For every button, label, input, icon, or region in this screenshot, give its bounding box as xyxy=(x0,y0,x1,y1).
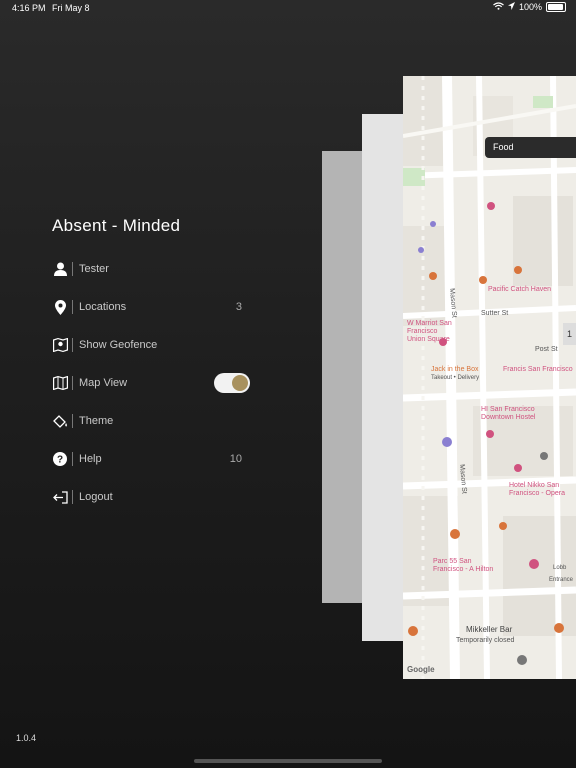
menu-item-help[interactable]: ? Help 10 xyxy=(52,440,242,478)
map-label-jack-sub: Takeout • Delivery xyxy=(431,375,480,381)
map-view-toggle[interactable] xyxy=(214,373,250,393)
side-menu: Tester Locations 3 Show Geofence Map Vie… xyxy=(52,250,250,516)
map-streets xyxy=(403,76,576,679)
map-label-francis: Francis San Francisco xyxy=(503,366,573,373)
map-label-post-st: Post St xyxy=(535,346,558,353)
geofence-map-icon xyxy=(52,337,68,353)
menu-separator xyxy=(72,490,73,504)
map-label-mikkeller-status: Temporarily closed xyxy=(456,637,515,644)
menu-item-label: Help xyxy=(79,453,102,465)
menu-item-label: Logout xyxy=(79,491,113,503)
map-label-mikkeller: Mikkeller Bar xyxy=(466,625,513,634)
map-label-pacific-catch: Pacific Catch Haven xyxy=(488,286,552,293)
map-label-nikko: Hotel Nikko San Francisco - Opera xyxy=(509,482,566,497)
logout-icon xyxy=(52,489,68,505)
map-preview[interactable]: W Marriot San Francisco Union Square Pac… xyxy=(403,76,576,679)
menu-item-label: Locations xyxy=(79,301,127,313)
menu-item-map-view[interactable]: Map View xyxy=(52,364,250,402)
battery-icon xyxy=(546,2,566,12)
google-logo: Google xyxy=(407,665,435,674)
location-pin-icon xyxy=(52,299,68,315)
map-label-marriott: W Marriot San Francisco Union Square xyxy=(407,320,452,343)
map-label-entrance: Entrance xyxy=(549,577,574,583)
status-date: Fri May 8 xyxy=(52,3,90,13)
food-search-chip[interactable]: Food xyxy=(485,137,576,158)
toggle-knob xyxy=(232,375,248,391)
status-right: 100% xyxy=(493,2,566,12)
user-icon xyxy=(52,261,68,277)
battery-percent: 100% xyxy=(518,2,542,12)
map-icon xyxy=(52,375,68,391)
menu-item-locations[interactable]: Locations 3 xyxy=(52,288,242,326)
menu-separator xyxy=(72,300,73,314)
menu-separator xyxy=(72,452,73,466)
status-time: 4:16 PM xyxy=(12,3,46,13)
home-indicator[interactable] xyxy=(194,759,382,763)
map-label-hi-sf: HI San Francisco Downtown Hostel xyxy=(481,406,536,421)
menu-separator xyxy=(72,262,73,276)
menu-separator xyxy=(72,376,73,390)
menu-item-label: Show Geofence xyxy=(79,339,158,351)
map-page-indicator: 1 xyxy=(563,323,576,345)
question-icon: ? xyxy=(52,451,68,467)
menu-item-show-geofence[interactable]: Show Geofence xyxy=(52,326,242,364)
menu-item-label: Tester xyxy=(79,263,109,275)
menu-item-label: Map View xyxy=(79,377,128,389)
menu-separator xyxy=(72,414,73,428)
map-label-sutter-st: Sutter St xyxy=(481,310,509,317)
locations-count: 3 xyxy=(235,301,242,313)
menu-item-logout[interactable]: Logout xyxy=(52,478,242,516)
paint-bucket-icon xyxy=(52,413,68,429)
menu-separator xyxy=(72,338,73,352)
status-bar: 4:16 PM Fri May 8 100% xyxy=(0,0,576,16)
menu-item-user[interactable]: Tester xyxy=(52,250,242,288)
map-label-parc55: Parc 55 San Francisco - A Hilton xyxy=(433,558,494,573)
app-title: Absent - Minded xyxy=(52,216,181,235)
help-count: 10 xyxy=(229,453,242,465)
location-arrow-icon xyxy=(507,2,515,12)
menu-item-theme[interactable]: Theme xyxy=(52,402,242,440)
map-label-jack-in-the-box: Jack in the Box xyxy=(431,366,479,373)
app-version: 1.0.4 xyxy=(16,733,37,743)
map-label-lobby: Lobb xyxy=(553,565,567,571)
menu-item-label: Theme xyxy=(79,415,114,427)
svg-text:?: ? xyxy=(57,455,63,466)
wifi-icon xyxy=(493,2,504,12)
